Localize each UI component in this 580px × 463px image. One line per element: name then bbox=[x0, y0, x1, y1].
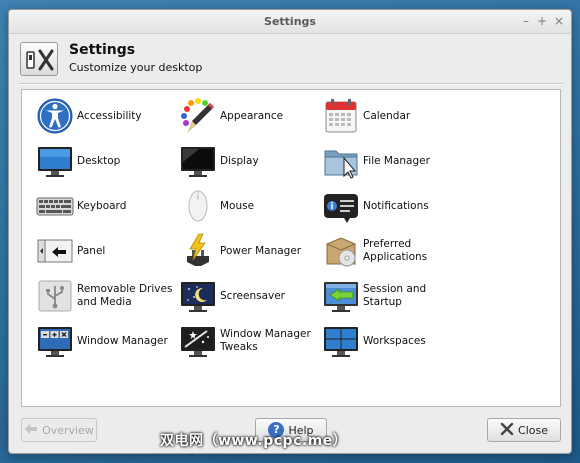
keyboard-icon bbox=[36, 187, 74, 225]
file-manager-icon bbox=[322, 142, 360, 180]
titlebar[interactable]: Settings – + × bbox=[9, 10, 571, 34]
item-window-manager[interactable]: Window Manager bbox=[36, 322, 176, 362]
appearance-icon bbox=[179, 97, 217, 135]
item-label: Session and Startup bbox=[363, 283, 427, 308]
watermark: 双电网（www.pcpc.me） bbox=[160, 433, 348, 449]
settings-tools-icon bbox=[20, 42, 58, 76]
window-manager-tweaks-icon bbox=[179, 322, 217, 360]
window-title: Settings bbox=[264, 15, 316, 28]
item-label: Preferred Applications bbox=[363, 238, 428, 263]
calendar-icon bbox=[322, 97, 360, 135]
item-label: Screensaver bbox=[220, 289, 285, 302]
item-label: Notifications bbox=[363, 199, 429, 212]
accessibility-icon bbox=[36, 97, 74, 135]
item-power-manager[interactable]: Power Manager bbox=[179, 232, 319, 272]
screensaver-icon bbox=[179, 277, 217, 315]
power-manager-icon bbox=[179, 232, 217, 270]
item-appearance[interactable]: Appearance bbox=[179, 97, 319, 137]
item-label: Accessibility bbox=[77, 109, 142, 122]
divider bbox=[19, 83, 563, 85]
overview-label: Overview bbox=[42, 423, 94, 437]
preferred-applications-icon bbox=[322, 232, 360, 270]
close-label: Close bbox=[518, 423, 548, 437]
item-label: Workspaces bbox=[363, 334, 426, 347]
settings-grid: Accessibility Appearance Calendar Deskto… bbox=[21, 89, 561, 407]
notifications-icon bbox=[322, 187, 360, 225]
header: Settings Customize your desktop bbox=[19, 42, 559, 82]
page-title: Settings bbox=[69, 42, 136, 58]
close-icon bbox=[500, 422, 514, 439]
item-session-startup[interactable]: Session and Startup bbox=[322, 277, 462, 317]
desktop-icon bbox=[36, 142, 74, 180]
item-notifications[interactable]: Notifications bbox=[322, 187, 462, 227]
item-label: Panel bbox=[77, 244, 106, 257]
panel-icon bbox=[36, 232, 74, 270]
item-window-manager-tweaks[interactable]: Window Manager Tweaks bbox=[179, 322, 319, 362]
mouse-icon bbox=[179, 187, 217, 225]
item-mouse[interactable]: Mouse bbox=[179, 187, 319, 227]
item-preferred-applications[interactable]: Preferred Applications bbox=[322, 232, 462, 272]
item-screensaver[interactable]: Screensaver bbox=[179, 277, 319, 317]
close-button[interactable]: Close bbox=[487, 418, 561, 442]
item-label: Power Manager bbox=[220, 244, 302, 257]
item-label: File Manager bbox=[363, 154, 430, 167]
item-label: Removable Drives and Media bbox=[77, 283, 173, 308]
settings-window: Settings – + × Settings Customize your d… bbox=[8, 9, 572, 454]
item-label: Keyboard bbox=[77, 199, 127, 212]
item-label: Mouse bbox=[220, 199, 255, 212]
item-removable-drives[interactable]: Removable Drives and Media bbox=[36, 277, 176, 317]
item-label: Display bbox=[220, 154, 259, 167]
item-keyboard[interactable]: Keyboard bbox=[36, 187, 176, 227]
item-label: Window Manager Tweaks bbox=[220, 328, 311, 353]
item-label: Appearance bbox=[220, 109, 284, 122]
session-startup-icon bbox=[322, 277, 360, 315]
item-desktop[interactable]: Desktop bbox=[36, 142, 176, 182]
item-calendar[interactable]: Calendar bbox=[322, 97, 462, 137]
minimize-icon[interactable]: – bbox=[519, 14, 533, 28]
removable-drives-icon bbox=[36, 277, 74, 315]
workspaces-icon bbox=[322, 322, 360, 360]
item-label: Desktop bbox=[77, 154, 121, 167]
overview-button[interactable]: Overview bbox=[21, 418, 97, 442]
close-window-icon[interactable]: × bbox=[552, 14, 566, 28]
item-workspaces[interactable]: Workspaces bbox=[322, 322, 462, 362]
item-panel[interactable]: Panel bbox=[36, 232, 176, 272]
page-subtitle: Customize your desktop bbox=[69, 61, 203, 74]
maximize-icon[interactable]: + bbox=[535, 14, 549, 28]
item-label: Window Manager bbox=[77, 334, 168, 347]
item-display[interactable]: Display bbox=[179, 142, 319, 182]
display-icon bbox=[179, 142, 217, 180]
back-arrow-icon bbox=[24, 423, 38, 438]
item-file-manager[interactable]: File Manager bbox=[322, 142, 462, 182]
item-label: Calendar bbox=[363, 109, 411, 122]
window-manager-icon bbox=[36, 322, 74, 360]
item-accessibility[interactable]: Accessibility bbox=[36, 97, 176, 137]
